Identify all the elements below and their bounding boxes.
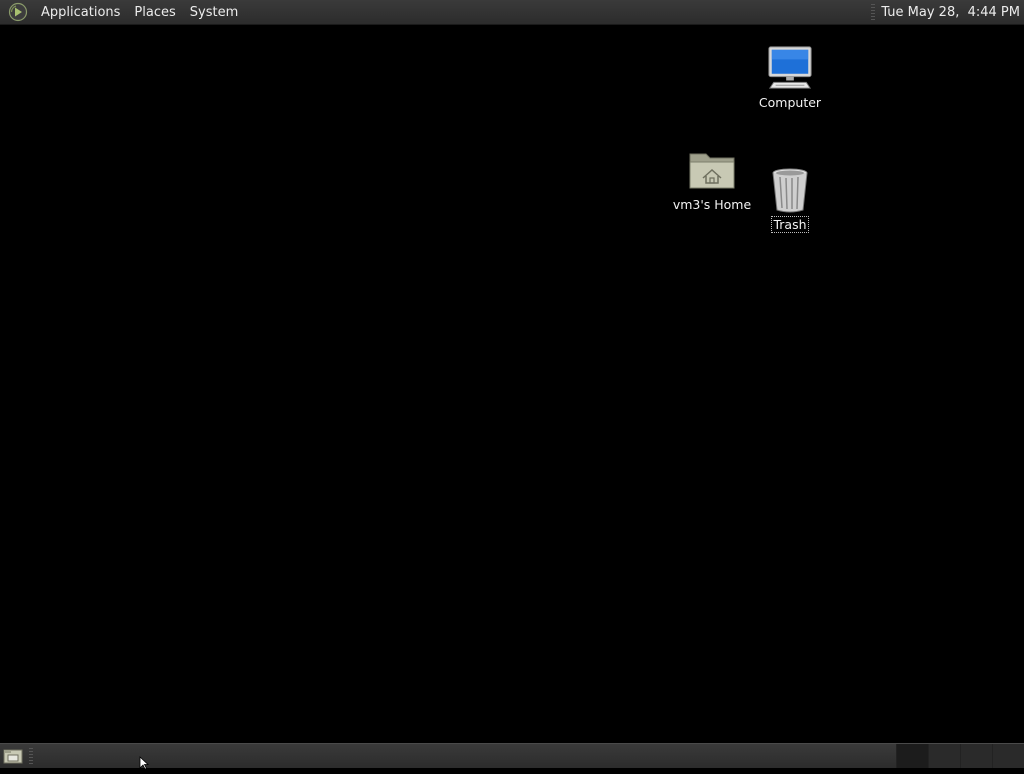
- desktop-icon-label: vm3's Home: [673, 197, 751, 212]
- workspace-switcher: [896, 744, 1024, 769]
- workspace-2[interactable]: [928, 744, 960, 768]
- home-folder-icon: [688, 146, 736, 194]
- trash-icon: [766, 166, 814, 214]
- top-panel: Applications Places System Tue May 28, 4…: [0, 0, 1024, 25]
- desktop-icon-home[interactable]: vm3's Home: [667, 146, 757, 213]
- show-desktop-icon[interactable]: [1, 744, 25, 769]
- mouse-cursor-icon: [139, 755, 149, 774]
- workspace-3[interactable]: [960, 744, 992, 768]
- menu-places[interactable]: Places: [127, 0, 182, 25]
- panel-drag-handle[interactable]: [871, 4, 875, 21]
- desktop-icon-computer[interactable]: Computer: [745, 44, 835, 111]
- bottom-panel: [0, 743, 1024, 768]
- menu-applications[interactable]: Applications: [34, 0, 127, 25]
- menu-system[interactable]: System: [183, 0, 245, 25]
- workspace-4[interactable]: [992, 744, 1024, 768]
- clock[interactable]: Tue May 28, 4:44 PM: [881, 5, 1024, 20]
- desktop-icon-trash[interactable]: Trash: [745, 166, 835, 233]
- workspace-1[interactable]: [896, 744, 928, 768]
- desktop-icon-label: Computer: [759, 95, 821, 110]
- distro-logo-icon[interactable]: [8, 2, 28, 22]
- desktop-icon-label: Trash: [771, 216, 808, 233]
- computer-icon: [766, 44, 814, 92]
- panel-drag-handle[interactable]: [29, 748, 33, 765]
- clock-applet: Tue May 28, 4:44 PM: [871, 0, 1024, 25]
